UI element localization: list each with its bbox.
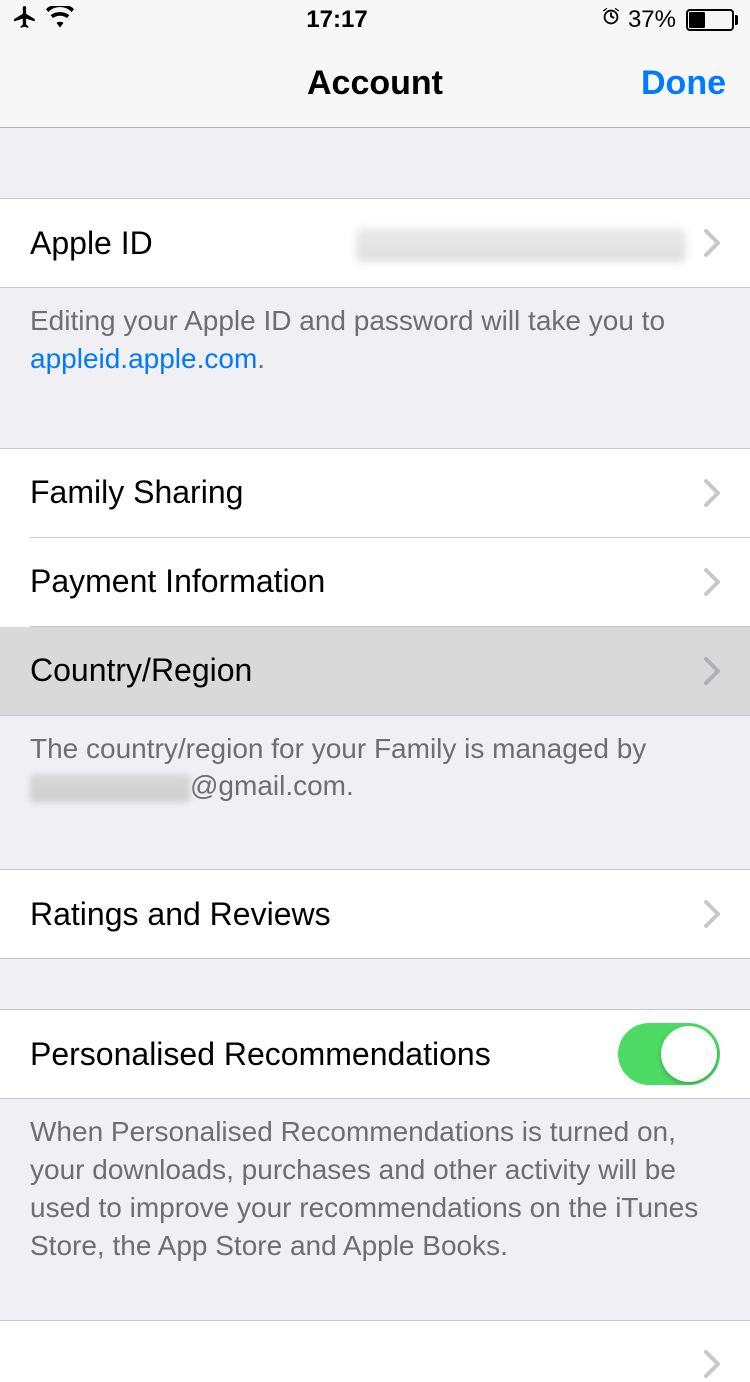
- apple-id-label: Apple ID: [30, 225, 153, 262]
- personalised-recommendations-toggle[interactable]: [618, 1023, 720, 1085]
- nav-bar: Account Done: [0, 40, 750, 128]
- chevron-right-icon: [704, 1350, 720, 1378]
- battery-icon: [682, 9, 738, 31]
- payment-information-label: Payment Information: [30, 563, 325, 600]
- status-bar: 17:17 37%: [0, 0, 750, 40]
- redacted-email-prefix: [30, 774, 190, 802]
- done-button[interactable]: Done: [641, 64, 726, 103]
- chevron-right-icon: [704, 568, 720, 596]
- battery-percent: 37%: [628, 6, 676, 34]
- status-time: 17:17: [306, 6, 367, 34]
- personalised-recommendations-footer: When Personalised Recommendations is tur…: [0, 1099, 750, 1294]
- chevron-right-icon: [704, 657, 720, 685]
- personalised-recommendations-label: Personalised Recommendations: [30, 1036, 491, 1073]
- row-apple-id[interactable]: Apple ID: [0, 199, 750, 287]
- appleid-link[interactable]: appleid.apple.com: [30, 343, 257, 374]
- page-title: Account: [307, 64, 443, 103]
- chevron-right-icon: [704, 229, 720, 257]
- ratings-reviews-label: Ratings and Reviews: [30, 896, 331, 933]
- apple-id-footer: Editing your Apple ID and password will …: [0, 288, 750, 408]
- chevron-right-icon: [704, 479, 720, 507]
- row-family-sharing[interactable]: Family Sharing: [0, 449, 750, 537]
- wifi-icon: [46, 6, 74, 35]
- chevron-right-icon: [704, 900, 720, 928]
- alarm-icon: [600, 6, 622, 35]
- airplane-icon: [12, 4, 38, 37]
- country-region-label: Country/Region: [30, 652, 252, 689]
- row-partial-next[interactable]: [0, 1320, 750, 1382]
- row-personalised-recommendations: Personalised Recommendations: [0, 1010, 750, 1098]
- row-country-region[interactable]: Country/Region: [0, 627, 750, 715]
- row-ratings-reviews[interactable]: Ratings and Reviews: [0, 870, 750, 958]
- country-region-footer: The country/region for your Family is ma…: [0, 716, 750, 836]
- row-payment-information[interactable]: Payment Information: [0, 538, 750, 626]
- family-sharing-label: Family Sharing: [30, 474, 243, 511]
- apple-id-value: [153, 224, 686, 262]
